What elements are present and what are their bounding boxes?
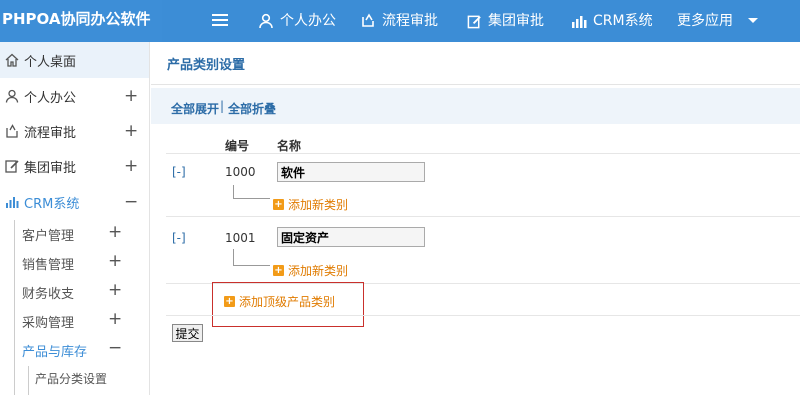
add-icon: + [273, 199, 284, 210]
sidebar-leaf-label: 产品分类设置 [35, 372, 108, 386]
edit-icon [467, 15, 481, 28]
expand-icon[interactable]: + [108, 309, 122, 329]
expand-icon[interactable]: + [108, 280, 122, 300]
flow-icon [6, 124, 18, 138]
caret-down-icon [748, 18, 758, 23]
sidebar-item-label: 集团审批 [24, 160, 77, 176]
sidebar-item-crm[interactable]: CRM系统 − [0, 184, 149, 220]
tree-connector [233, 249, 234, 265]
category-code: 1000 [225, 165, 256, 179]
add-icon: + [224, 296, 235, 307]
top-navbar: PHPOA协同办公软件 个人办公 流程审批 集团审批 CRM系统 更多应用 [0, 0, 800, 42]
sidebar-subitem-purchasing[interactable]: 采购管理 + [22, 309, 122, 331]
user-icon [5, 89, 19, 103]
user-icon [259, 13, 273, 29]
edit-icon [5, 160, 19, 173]
divider [166, 216, 800, 217]
topnav-flow-approval[interactable]: 流程审批 [360, 0, 438, 42]
sidebar-subitem-label: 产品与库存 [22, 345, 88, 360]
tree-toolbar: 全部展开 | 全部折叠 [151, 88, 800, 124]
add-child-category-link[interactable]: + 添加新类别 [273, 196, 348, 213]
sidebar-item-group-approval[interactable]: 集团审批 + [0, 148, 149, 184]
category-name-input[interactable] [277, 162, 425, 182]
expand-icon[interactable]: + [108, 251, 122, 271]
sidebar-subitem-products-inventory[interactable]: 产品与库存 − [22, 338, 122, 360]
topnav-crm[interactable]: CRM系统 [571, 0, 653, 42]
expand-icon[interactable]: + [124, 121, 138, 141]
tree-connector [233, 185, 234, 198]
tree-connector [233, 265, 270, 266]
add-link-label: 添加新类别 [288, 264, 349, 278]
topnav-label: 集团审批 [488, 13, 544, 29]
sidebar-subitem-label: 财务收支 [22, 287, 75, 302]
category-collapse-toggle[interactable]: [-] [172, 231, 186, 245]
sidebar-item-label: 个人办公 [24, 90, 77, 106]
collapse-icon[interactable]: − [108, 338, 122, 358]
topnav-label: CRM系统 [593, 13, 653, 29]
sidebar-subitem-sales-management[interactable]: 销售管理 + [22, 251, 122, 273]
category-collapse-toggle[interactable]: [-] [172, 165, 186, 179]
flow-icon [362, 13, 374, 27]
expand-icon[interactable]: + [124, 86, 138, 106]
add-link-label: 添加顶级产品类别 [239, 295, 336, 309]
divider [151, 84, 800, 85]
submit-button[interactable]: 提交 [172, 324, 203, 342]
sidebar-item-personal-desktop[interactable]: 个人桌面 [0, 42, 149, 78]
collapse-all-link[interactable]: 全部折叠 [228, 100, 276, 117]
divider [166, 153, 800, 154]
sidebar-item-label: 流程审批 [24, 125, 77, 141]
expand-all-link[interactable]: 全部展开 [171, 100, 219, 117]
add-link-label: 添加新类别 [288, 198, 349, 212]
sidebar-subitem-label: 采购管理 [22, 316, 75, 331]
divider [166, 315, 800, 316]
sidebar: 个人桌面 个人办公 + 流程审批 + 集团审批 + CRM系统 − 客户管理 +… [0, 42, 150, 395]
collapse-icon[interactable]: − [124, 192, 138, 212]
topnav-label: 更多应用 [677, 13, 733, 29]
column-header-name: 名称 [277, 139, 302, 153]
toolbar-separator: | [220, 99, 225, 113]
bar-chart-icon [6, 197, 19, 208]
page-title: 产品类别设置 [167, 58, 246, 73]
topnav-label: 个人办公 [280, 13, 336, 29]
submenu-guide-line [28, 366, 29, 395]
add-top-level-category-link[interactable]: + 添加顶级产品类别 [224, 293, 335, 310]
topnav-label: 流程审批 [382, 13, 438, 29]
home-icon [5, 53, 19, 67]
sidebar-leaf-product-category-settings[interactable]: 产品分类设置 [35, 370, 107, 387]
add-child-category-link[interactable]: + 添加新类别 [273, 262, 348, 279]
sidebar-item-flow-approval[interactable]: 流程审批 + [0, 113, 149, 149]
tree-connector [233, 198, 270, 199]
app-brand[interactable]: PHPOA协同办公软件 [0, 0, 162, 42]
sidebar-subitem-finance[interactable]: 财务收支 + [22, 280, 122, 302]
expand-icon[interactable]: + [124, 156, 138, 176]
category-name-input[interactable] [277, 227, 425, 247]
main-content: 产品类别设置 全部展开 | 全部折叠 编号 名称 [-] 1000 + 添加新类… [151, 42, 800, 395]
topnav-more-apps[interactable]: 更多应用 [677, 0, 759, 42]
sidebar-subitem-label: 销售管理 [22, 258, 75, 273]
sidebar-subitem-customer-management[interactable]: 客户管理 + [22, 222, 122, 244]
column-header-code: 编号 [225, 139, 250, 153]
bar-chart-icon [572, 16, 587, 28]
expand-icon[interactable]: + [108, 222, 122, 242]
sidebar-item-personal-office[interactable]: 个人办公 + [0, 78, 149, 114]
topnav-group-approval[interactable]: 集团审批 [467, 0, 544, 42]
menu-toggle-icon[interactable] [212, 14, 228, 28]
sidebar-item-label: 个人桌面 [24, 54, 77, 70]
topnav-personal-office[interactable]: 个人办公 [258, 0, 336, 42]
category-code: 1001 [225, 231, 256, 245]
sidebar-subitem-label: 客户管理 [22, 229, 75, 244]
submenu-guide-line [14, 220, 15, 395]
sidebar-item-label: CRM系统 [24, 196, 80, 212]
add-icon: + [273, 265, 284, 276]
